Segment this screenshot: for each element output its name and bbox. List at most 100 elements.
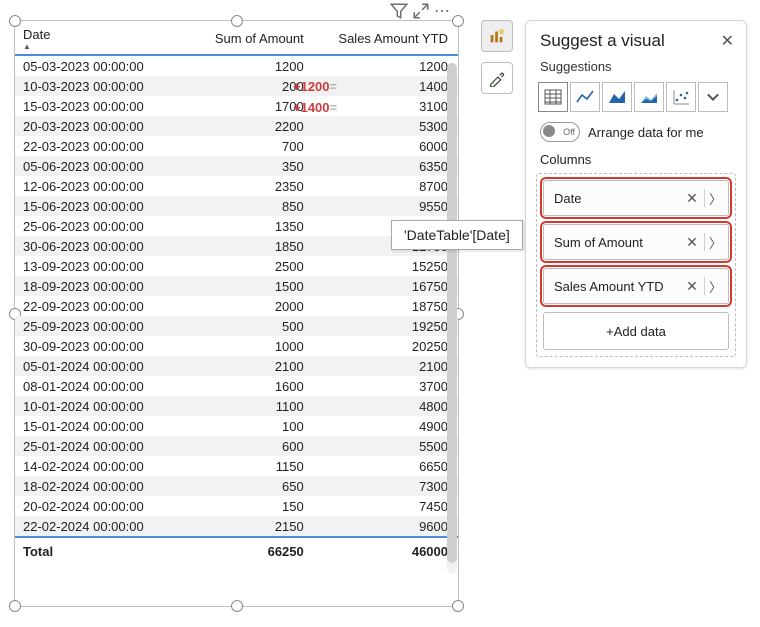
add-data-button[interactable]: +Add data (543, 312, 729, 350)
table-row[interactable]: 20-03-2023 00:00:0022005300 (15, 116, 458, 136)
table-cell: 18750 (314, 296, 458, 316)
chevron-right-icon[interactable]: 〉 (709, 277, 722, 296)
table-cell: 2000 (190, 296, 314, 316)
field-date[interactable]: Date ✕ 〉 (543, 180, 729, 216)
table-cell: 18-02-2024 00:00:00 (15, 476, 190, 496)
chevron-right-icon[interactable]: 〉 (709, 233, 722, 252)
table-row[interactable]: 10-03-2023 00:00:002001400 (15, 76, 458, 96)
table-cell: 2200 (190, 116, 314, 136)
sort-ascending-icon: ▲ (23, 44, 184, 50)
arrange-data-label: Arrange data for me (588, 125, 704, 140)
arrange-data-toggle[interactable]: Off (540, 122, 580, 142)
table-cell: 2100 (314, 356, 458, 376)
table-cell: 13-09-2023 00:00:00 (15, 256, 190, 276)
table-row[interactable]: 15-03-2023 00:00:0017003100 (15, 96, 458, 116)
scrollbar-thumb[interactable] (447, 63, 457, 563)
table-row[interactable]: 20-02-2024 00:00:001507450 (15, 496, 458, 516)
table-cell: 1350 (190, 216, 314, 236)
table-cell: 05-01-2024 00:00:00 (15, 356, 190, 376)
suggestions-label: Suggestions (526, 57, 746, 76)
table-row[interactable]: 13-09-2023 00:00:00250015250 (15, 256, 458, 276)
column-header-label: Sum of Amount (215, 31, 304, 46)
visual-type-table[interactable] (538, 82, 568, 112)
visual-type-area-stacked[interactable] (634, 82, 664, 112)
table-cell: 10-03-2023 00:00:00 (15, 76, 190, 96)
table-cell: 600 (190, 436, 314, 456)
more-options-icon[interactable]: ⋯ (434, 3, 452, 19)
table-cell: 700 (190, 136, 314, 156)
data-table[interactable]: Date ▲ Sum of Amount Sales Amount YTD 05… (15, 21, 458, 565)
table-row[interactable]: 14-02-2024 00:00:0011506650 (15, 456, 458, 476)
table-cell: 15-01-2024 00:00:00 (15, 416, 190, 436)
add-data-label: +Add data (606, 324, 666, 339)
table-row[interactable]: 08-01-2024 00:00:0016003700 (15, 376, 458, 396)
table-cell: 1200 (190, 55, 314, 76)
panel-title: Suggest a visual (540, 31, 665, 51)
table-cell: 15-03-2023 00:00:00 (15, 96, 190, 116)
table-row[interactable]: 12-06-2023 00:00:0023508700 (15, 176, 458, 196)
table-row[interactable]: 18-09-2023 00:00:00150016750 (15, 276, 458, 296)
table-cell: 08-01-2024 00:00:00 (15, 376, 190, 396)
focus-mode-icon[interactable] (412, 3, 430, 19)
table-cell: 7300 (314, 476, 458, 496)
table-cell: 500 (190, 316, 314, 336)
table-row[interactable]: 22-02-2024 00:00:0021509600 (15, 516, 458, 537)
table-row[interactable]: 15-01-2024 00:00:001004900 (15, 416, 458, 436)
table-cell: 20250 (314, 336, 458, 356)
table-cell: 2500 (190, 256, 314, 276)
field-sales-amount-ytd[interactable]: Sales Amount YTD ✕ 〉 (543, 268, 729, 304)
field-label: Sales Amount YTD (554, 279, 684, 294)
table-row[interactable]: 05-01-2024 00:00:0021002100 (15, 356, 458, 376)
remove-field-icon[interactable]: ✕ (684, 278, 700, 294)
table-cell: 05-03-2023 00:00:00 (15, 55, 190, 76)
table-row[interactable]: 30-09-2023 00:00:00100020250 (15, 336, 458, 356)
table-cell: 100 (190, 416, 314, 436)
close-icon[interactable]: ✕ (721, 31, 734, 51)
table-cell: 8700 (314, 176, 458, 196)
columns-well[interactable]: Date ✕ 〉 Sum of Amount ✕ 〉 Sales Amount … (536, 173, 736, 357)
divider (704, 189, 705, 207)
column-header-date[interactable]: Date ▲ (15, 21, 190, 55)
table-row[interactable]: 05-06-2023 00:00:003506350 (15, 156, 458, 176)
table-row[interactable]: 10-01-2024 00:00:0011004800 (15, 396, 458, 416)
visual-type-more[interactable] (698, 82, 728, 112)
table-cell: 150 (190, 496, 314, 516)
chevron-right-icon[interactable]: 〉 (709, 189, 722, 208)
vertical-scrollbar[interactable] (447, 63, 457, 574)
table-row[interactable]: 22-03-2023 00:00:007006000 (15, 136, 458, 156)
table-cell: 5300 (314, 116, 458, 136)
table-cell: 22-09-2023 00:00:00 (15, 296, 190, 316)
visual-type-area[interactable] (602, 82, 632, 112)
table-cell: 18-09-2023 00:00:00 (15, 276, 190, 296)
table-cell: 1500 (190, 276, 314, 296)
annotation-plus-1200: +1200= (293, 79, 337, 94)
table-row[interactable]: 18-02-2024 00:00:006507300 (15, 476, 458, 496)
column-header-amount[interactable]: Sum of Amount (190, 21, 314, 55)
visual-type-scatter[interactable] (666, 82, 696, 112)
filter-icon[interactable] (390, 3, 408, 19)
table-row[interactable]: 05-03-2023 00:00:0012001200 (15, 55, 458, 76)
table-row[interactable]: 25-01-2024 00:00:006005500 (15, 436, 458, 456)
table-cell: 1200 (314, 55, 458, 76)
visual-container[interactable]: ⋯ Date ▲ Sum of Amount Sales (14, 20, 459, 607)
total-row: Total 66250 46000 (15, 537, 458, 565)
table-cell: 05-06-2023 00:00:00 (15, 156, 190, 176)
table-row[interactable]: 25-09-2023 00:00:0050019250 (15, 316, 458, 336)
remove-field-icon[interactable]: ✕ (684, 234, 700, 250)
divider (704, 277, 705, 295)
remove-field-icon[interactable]: ✕ (684, 190, 700, 206)
table-cell: 10-01-2024 00:00:00 (15, 396, 190, 416)
visual-type-picker (538, 82, 734, 112)
column-header-ytd[interactable]: Sales Amount YTD (314, 21, 458, 55)
table-row[interactable]: 22-09-2023 00:00:00200018750 (15, 296, 458, 316)
total-amount: 66250 (190, 537, 314, 565)
format-visual-button[interactable] (481, 62, 513, 94)
suggest-visual-button[interactable] (481, 20, 513, 52)
field-sum-of-amount[interactable]: Sum of Amount ✕ 〉 (543, 224, 729, 260)
visual-type-line[interactable] (570, 82, 600, 112)
table-cell: 3700 (314, 376, 458, 396)
table-row[interactable]: 15-06-2023 00:00:008509550 (15, 196, 458, 216)
table-cell: 350 (190, 156, 314, 176)
table-cell: 6650 (314, 456, 458, 476)
table-cell: 30-09-2023 00:00:00 (15, 336, 190, 356)
